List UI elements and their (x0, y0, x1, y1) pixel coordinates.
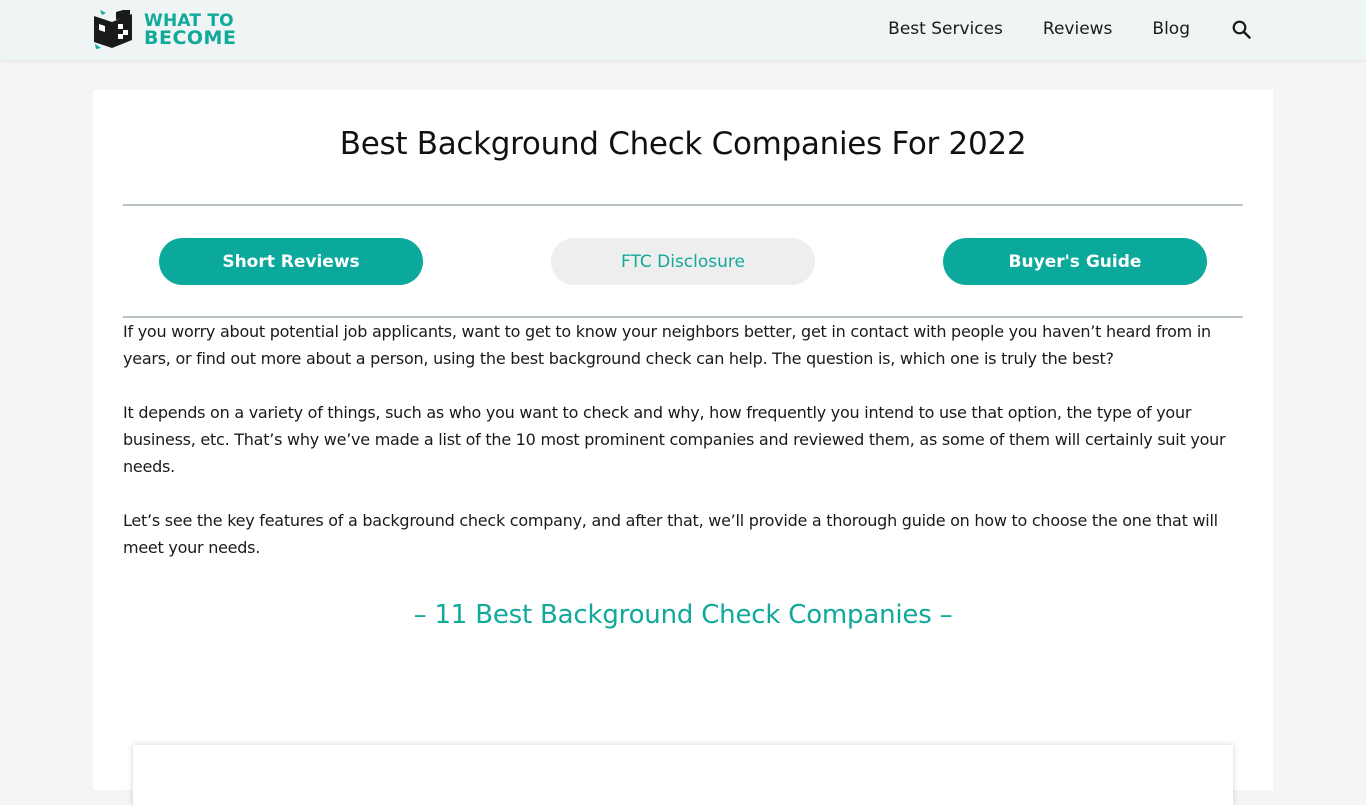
nav-reviews[interactable]: Reviews (1043, 19, 1113, 39)
nav-best-services[interactable]: Best Services (888, 19, 1003, 39)
search-button[interactable] (1230, 18, 1252, 40)
site-logo[interactable]: WHAT TO BECOME (92, 10, 236, 50)
short-reviews-button[interactable]: Short Reviews (159, 238, 423, 285)
nav-blog[interactable]: Blog (1152, 19, 1190, 39)
logo-line-2: BECOME (144, 27, 237, 49)
page-title: Best Background Check Companies For 2022 (339, 126, 1027, 162)
intro-paragraph-1: If you worry about potential job applica… (123, 322, 1211, 368)
logo-wordmark: WHAT TO BECOME (144, 13, 237, 49)
buyers-guide-button[interactable]: Buyer's Guide (943, 238, 1207, 285)
intro-paragraph-3: Let’s see the key features of a backgrou… (123, 511, 1218, 557)
intro-paragraph-2: It depends on a variety of things, such … (123, 403, 1226, 476)
main-nav: Best Services Reviews Blog (888, 0, 1252, 58)
divider-top (123, 204, 1243, 206)
search-icon (1232, 20, 1251, 39)
section-heading: – 11 Best Background Check Companies – (413, 600, 953, 630)
ftc-disclosure-button[interactable]: FTC Disclosure (551, 238, 815, 285)
company-card (133, 745, 1233, 805)
site-header: WHAT TO BECOME Best Services Reviews Blo… (0, 0, 1366, 60)
logo-book-icon (94, 10, 132, 49)
